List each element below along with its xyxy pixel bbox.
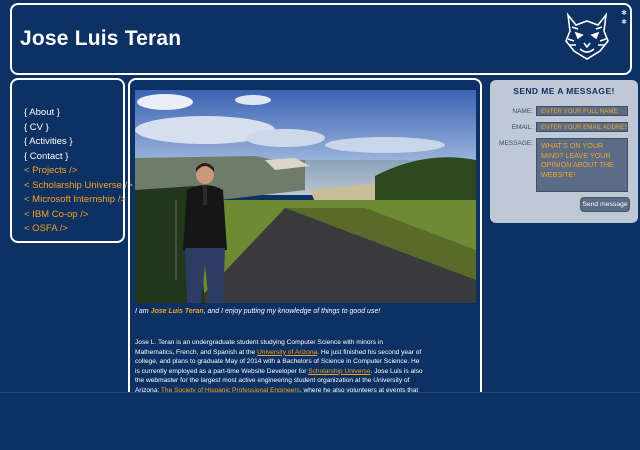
caption-name: Jose Luis Teran (150, 308, 204, 315)
profile-photo (135, 90, 476, 303)
site-title: Jose Luis Teran (20, 27, 182, 50)
name-field[interactable]: ENTER YOUR FULL NAME (536, 106, 628, 116)
message-field[interactable]: WHAT'S ON YOUR MIND? LEAVE YOUR OPINION … (536, 138, 628, 192)
page-bottom-area (0, 392, 640, 450)
nav-item-cv[interactable]: { CV } (24, 121, 123, 136)
nav-item-ibm-coop[interactable]: < IBM Co-op /> (24, 208, 123, 223)
photo-caption: I am Jose Luis Teran, and I enjoy puttin… (135, 308, 475, 315)
nav-item-contact[interactable]: { Contact } (24, 150, 123, 165)
side-nav: { About } { CV } { Activities } { Contac… (10, 78, 133, 243)
site-header: Jose Luis Teran ✱ ✱ (10, 3, 632, 75)
nav-item-about[interactable]: { About } (24, 106, 123, 121)
email-field[interactable]: ENTER YOUR EMAIL ADDRESS (536, 122, 628, 132)
nav-item-microsoft-internship[interactable]: < Microsoft Internship /> (24, 193, 126, 208)
caption-prefix: I am (135, 308, 151, 315)
caption-suffix: , and I enjoy putting my knowledge of th… (203, 308, 381, 315)
name-label: NAME: (512, 108, 533, 115)
wildcat-logo-icon (565, 12, 609, 60)
contact-form-title: SEND ME A MESSAGE! (513, 86, 615, 96)
contact-form: SEND ME A MESSAGE! NAME: ENTER YOUR FULL… (490, 80, 638, 223)
send-message-button[interactable]: Send message (580, 197, 630, 212)
nav-item-projects[interactable]: < Projects /> (24, 164, 123, 179)
nav-item-activities[interactable]: { Activities } (24, 135, 123, 150)
link-university-of-arizona[interactable]: University of Arizona (257, 349, 317, 356)
email-label: EMAIL: (511, 124, 533, 131)
nav-item-scholarship-universe[interactable]: < Scholarship Universe /> (24, 179, 133, 194)
header-corner-icons[interactable]: ✱ ✱ (621, 9, 627, 27)
nav-item-osfa[interactable]: < OSFA /> (24, 222, 123, 237)
link-scholarship-universe[interactable]: Scholarship Universe (308, 368, 370, 375)
message-label: MESSAGE: (499, 140, 533, 147)
